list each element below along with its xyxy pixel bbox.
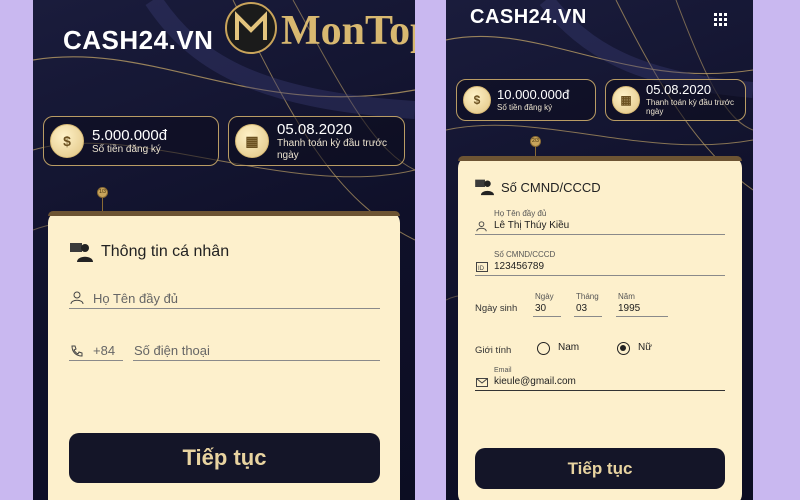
month-label: Tháng	[576, 292, 599, 301]
progress-pin: 1/3	[97, 187, 108, 198]
section-header: Thông tin cá nhân	[70, 241, 229, 263]
phone-input[interactable]: Số điện thoại	[134, 343, 210, 358]
amount-value: 5.000.000đ	[92, 126, 168, 144]
phone-underline	[133, 360, 380, 361]
prefix-underline	[69, 360, 123, 361]
email-label: Email	[494, 367, 512, 374]
email-underline	[475, 390, 725, 391]
gender-label: Giới tính	[475, 345, 512, 356]
year-input[interactable]: 1995	[618, 303, 640, 314]
app-logo: CASH24.VN	[63, 25, 214, 55]
amount-label: Số tiền đăng ký	[92, 143, 161, 155]
date-label: Thanh toán kỳ đầu trước ngày	[646, 98, 734, 117]
progress-pin: 2/3	[530, 136, 541, 147]
gender-female-label[interactable]: Nữ	[638, 342, 652, 353]
fullname-input[interactable]: Họ Tên đầy đủ	[93, 291, 178, 306]
amount-label: Số tiền đăng ký	[497, 102, 553, 112]
watermark-text: MonTop	[281, 8, 415, 54]
user-icon	[70, 291, 84, 305]
card-topbar	[48, 211, 400, 216]
year-label: Năm	[618, 292, 635, 301]
fullname-underline	[475, 234, 725, 235]
gender-female-radio[interactable]	[617, 342, 630, 355]
email-input[interactable]: kieule@gmail.com	[494, 376, 576, 387]
continue-button[interactable]: Tiếp tục	[475, 448, 725, 489]
personal-info-card: Thông tin cá nhân Họ Tên đầy đủ +84 Số đ…	[48, 211, 400, 500]
phone-icon	[71, 345, 83, 357]
id-input[interactable]: 123456789	[494, 261, 544, 272]
day-underline	[533, 316, 561, 317]
id-label: Số CMND/CCCD	[494, 250, 556, 259]
screen-step-2: CASH24.VN $ 10.000.000đ Số tiền đăng ký …	[446, 0, 753, 500]
section-header: Số CMND/CCCD	[475, 178, 601, 196]
app-logo: CASH24.VN	[470, 6, 587, 28]
day-input[interactable]: 30	[535, 303, 546, 314]
date-box: ▦ 05.08.2020 Thanh toán kỳ đầu trước ngà…	[605, 79, 746, 121]
month-underline	[574, 316, 602, 317]
year-underline	[616, 316, 668, 317]
money-icon: $	[463, 86, 491, 114]
amount-value: 10.000.000đ	[497, 86, 570, 102]
id-info-card: Số CMND/CCCD Họ Tên đầy đủ Lê Thị Thúy K…	[458, 156, 742, 500]
screen-step-1: CASH24.VN MonTop $ 5.000.000đ Số tiền đă…	[33, 0, 415, 500]
month-input[interactable]: 03	[576, 303, 587, 314]
progress-line	[102, 197, 103, 211]
mail-icon	[476, 378, 488, 387]
dob-label: Ngày sinh	[475, 303, 518, 314]
calendar-icon: ▦	[612, 86, 640, 114]
money-icon: $	[50, 124, 84, 158]
day-label: Ngày	[535, 292, 554, 301]
gender-male-label[interactable]: Nam	[558, 342, 579, 353]
fullname-input[interactable]: Lê Thị Thúy Kiều	[494, 220, 569, 231]
user-card-icon	[475, 179, 494, 196]
date-label: Thanh toán kỳ đầu trước ngày	[277, 138, 387, 161]
menu-grid-icon[interactable]	[714, 13, 727, 26]
calendar-icon: ▦	[235, 124, 269, 158]
fullname-underline	[69, 308, 380, 309]
card-topbar	[458, 156, 742, 161]
date-value: 05.08.2020	[277, 120, 353, 138]
phone-prefix[interactable]: +84	[93, 343, 115, 358]
continue-button[interactable]: Tiếp tục	[69, 433, 380, 483]
gender-male-radio[interactable]	[537, 342, 550, 355]
section-title: Thông tin cá nhân	[101, 243, 230, 260]
section-title: Số CMND/CCCD	[501, 179, 601, 195]
date-box: ▦ 05.08.2020 Thanh toán kỳ đầu trước ngà…	[228, 116, 405, 166]
id-underline	[475, 275, 725, 276]
fullname-label: Họ Tên đầy đủ	[494, 209, 547, 218]
user-icon	[476, 221, 487, 232]
montop-watermark: MonTop	[225, 2, 415, 54]
id-card-icon: ID	[476, 262, 488, 272]
date-value: 05.08.2020	[646, 82, 712, 98]
user-card-icon	[70, 243, 93, 262]
amount-box: $ 10.000.000đ Số tiền đăng ký	[456, 79, 596, 121]
amount-box: $ 5.000.000đ Số tiền đăng ký	[43, 116, 219, 166]
svg-text:ID: ID	[478, 266, 485, 272]
